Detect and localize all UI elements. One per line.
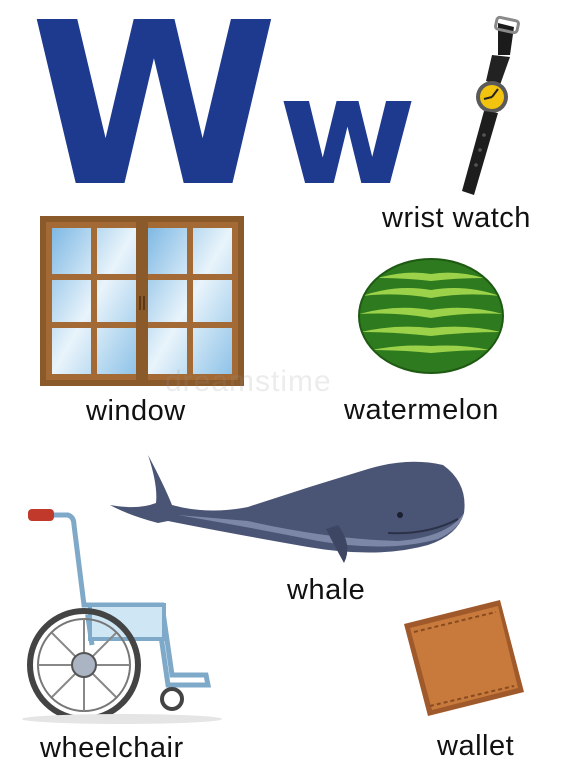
label-wrist-watch: wrist watch xyxy=(382,202,531,234)
label-watermelon: watermelon xyxy=(344,394,499,426)
lowercase-letter: w xyxy=(278,45,417,219)
label-window: window xyxy=(86,395,186,427)
wallet-icon xyxy=(404,600,524,716)
letter-heading: Ww xyxy=(30,0,417,219)
wrist-watch-icon xyxy=(462,15,520,195)
wheelchair-icon xyxy=(22,509,222,724)
watermelon-icon xyxy=(358,258,504,374)
label-whale: whale xyxy=(287,574,366,606)
label-wheelchair: wheelchair xyxy=(40,732,184,764)
label-wallet: wallet xyxy=(437,730,515,762)
window-icon xyxy=(40,216,244,386)
uppercase-letter: W xyxy=(30,0,278,237)
